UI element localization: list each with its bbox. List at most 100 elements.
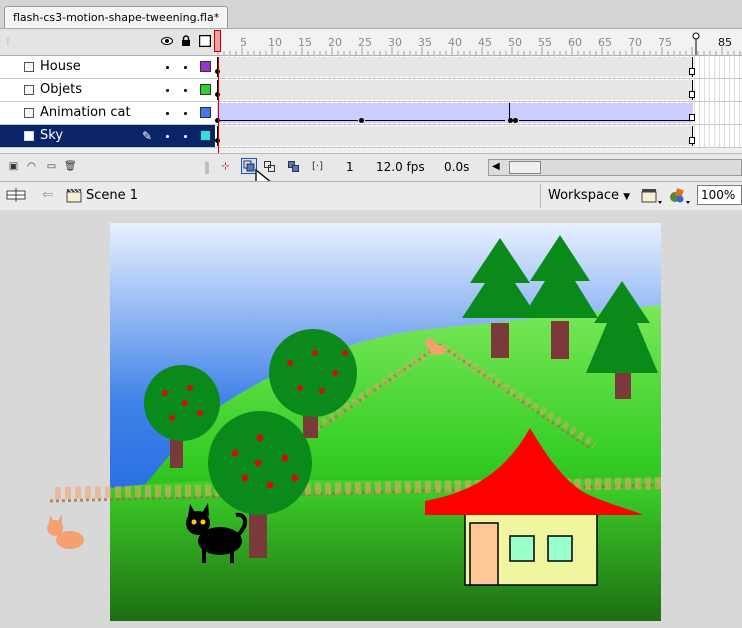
outline-color-swatch[interactable] bbox=[200, 107, 211, 118]
end-frame[interactable] bbox=[689, 68, 695, 75]
workspace-label: Workspace bbox=[548, 188, 620, 203]
outline-color-swatch[interactable] bbox=[200, 130, 211, 141]
ruler-tick-label: 30 bbox=[388, 36, 402, 49]
splitter-icon[interactable]: ‖ bbox=[204, 160, 210, 174]
visibility-dot[interactable] bbox=[166, 112, 169, 115]
ruler-tick-label: 50 bbox=[508, 36, 522, 49]
edit-symbols-icon[interactable] bbox=[668, 186, 692, 209]
modify-onion-markers-icon[interactable]: [·] bbox=[312, 161, 323, 172]
timeline-toggle-icon[interactable] bbox=[6, 187, 26, 206]
frame-ruler[interactable]: 5 10 15 20 25 30 35 40 45 50 55 60 65 70… bbox=[215, 29, 742, 56]
eye-icon[interactable] bbox=[161, 35, 173, 47]
trash-icon[interactable]: 🗑 bbox=[64, 161, 77, 172]
layer-name: Animation cat bbox=[40, 105, 131, 120]
playhead[interactable] bbox=[214, 30, 221, 52]
edit-bar: ⇐ Scene 1 Workspace ▼ 100% bbox=[0, 181, 742, 211]
edit-multiple-frames-icon[interactable] bbox=[288, 161, 299, 172]
ruler-tick-label: 65 bbox=[598, 36, 612, 49]
ruler-tick-label: 45 bbox=[478, 36, 492, 49]
insert-layer-icon[interactable]: ▣ bbox=[8, 161, 19, 172]
frames-row-animation-cat[interactable] bbox=[215, 102, 742, 125]
ruler-tick-label: 25 bbox=[358, 36, 372, 49]
layer-name: House bbox=[40, 59, 81, 74]
layer-icon bbox=[24, 85, 34, 95]
zoom-value: 100% bbox=[701, 188, 736, 202]
layer-name: Objets bbox=[40, 82, 82, 97]
frame-span bbox=[217, 126, 693, 146]
visibility-dot[interactable] bbox=[166, 66, 169, 69]
ruler-tick-label: 85 bbox=[718, 36, 732, 49]
end-frame[interactable] bbox=[689, 91, 695, 98]
current-frame-readout: 1 bbox=[346, 160, 354, 174]
workspace-menu-button[interactable]: Workspace ▼ bbox=[548, 188, 630, 203]
timeline-scrollbar[interactable]: ◀ bbox=[488, 159, 742, 176]
keyframe-dot[interactable] bbox=[513, 118, 518, 123]
tween-arrow bbox=[519, 120, 689, 121]
folder-icon[interactable]: ▭ bbox=[46, 161, 57, 172]
scene-name[interactable]: Scene 1 bbox=[86, 188, 138, 203]
orange-cat bbox=[47, 514, 84, 549]
document-tab-bar: flash-cs3-motion-shape-tweening.fla* bbox=[0, 0, 742, 29]
scroll-left-arrow-icon[interactable]: ◀ bbox=[492, 161, 500, 172]
ruler-tick-label: 55 bbox=[538, 36, 552, 49]
layer-row-objets[interactable]: Objets bbox=[0, 79, 215, 102]
ruler-tick-label: 35 bbox=[418, 36, 432, 49]
elapsed-time-readout: 0.0s bbox=[444, 160, 470, 174]
document-tab-title: flash-cs3-motion-shape-tweening.fla* bbox=[13, 11, 220, 24]
scrollbar-thumb[interactable] bbox=[509, 161, 541, 174]
lock-dot[interactable] bbox=[184, 135, 187, 138]
layer-icon bbox=[24, 108, 34, 118]
grip-icon[interactable]: ⋮ bbox=[4, 37, 12, 46]
ruler-tick-label: 70 bbox=[628, 36, 642, 49]
frame-span bbox=[217, 80, 693, 100]
outline-color-swatch[interactable] bbox=[200, 61, 211, 72]
ruler-tick-label: 5 bbox=[240, 36, 247, 49]
visibility-dot[interactable] bbox=[166, 135, 169, 138]
lock-dot[interactable] bbox=[184, 89, 187, 92]
tween-arrow bbox=[365, 120, 505, 121]
motion-guide-icon[interactable]: ◠ bbox=[26, 161, 37, 172]
outline-icon[interactable] bbox=[198, 34, 212, 48]
ruler-tick-label: 40 bbox=[448, 36, 462, 49]
frame-span bbox=[217, 57, 693, 77]
back-arrow-icon[interactable]: ⇐ bbox=[42, 187, 54, 203]
pencil-icon: ✎ bbox=[142, 129, 153, 143]
stage-area bbox=[0, 210, 742, 628]
stage-canvas[interactable] bbox=[47, 223, 662, 621]
center-frame-icon[interactable]: ⊹ bbox=[220, 161, 231, 172]
ruler-tick-label: 60 bbox=[568, 36, 582, 49]
zoom-field[interactable]: 100% bbox=[697, 185, 742, 205]
scene-artwork bbox=[47, 223, 662, 621]
keyframe-dot[interactable] bbox=[359, 118, 364, 123]
frames-row-sky[interactable] bbox=[215, 125, 742, 148]
ruler-tick-label: 20 bbox=[328, 36, 342, 49]
layer-row-house[interactable]: House bbox=[0, 56, 215, 79]
frames-row-house[interactable] bbox=[215, 56, 742, 79]
layer-icon bbox=[24, 62, 34, 72]
visibility-dot[interactable] bbox=[166, 89, 169, 92]
ruler-tick-label: 15 bbox=[298, 36, 312, 49]
frames-row-objets[interactable] bbox=[215, 79, 742, 102]
end-frame[interactable] bbox=[689, 114, 695, 121]
layer-row-sky[interactable]: Sky ✎ bbox=[0, 125, 215, 148]
outline-color-swatch[interactable] bbox=[200, 84, 211, 95]
lock-dot[interactable] bbox=[184, 66, 187, 69]
layer-icon bbox=[24, 131, 34, 141]
separator bbox=[540, 184, 541, 208]
end-frame[interactable] bbox=[689, 137, 695, 144]
timeline-footer: ▣ ◠ ▭ 🗑 ‖ ⊹ [·] 1 12.0 fps 0.0s ◀ bbox=[0, 153, 742, 182]
ruler-tick-label: 10 bbox=[268, 36, 282, 49]
layer-header: ⋮ bbox=[0, 29, 215, 56]
layer-row-animation-cat[interactable]: Animation cat bbox=[0, 102, 215, 125]
playhead-line bbox=[218, 57, 219, 153]
lock-dot[interactable] bbox=[184, 112, 187, 115]
document-tab[interactable]: flash-cs3-motion-shape-tweening.fla* bbox=[4, 6, 229, 28]
tween-arrow bbox=[218, 120, 358, 121]
ruler-tick-label: 75 bbox=[658, 36, 672, 49]
chevron-down-icon: ▼ bbox=[623, 192, 631, 202]
lock-icon[interactable] bbox=[180, 35, 192, 47]
frame-rate-readout[interactable]: 12.0 fps bbox=[376, 160, 425, 174]
edit-scene-icon[interactable] bbox=[641, 187, 663, 208]
scene-icon bbox=[66, 188, 82, 206]
timeline-panel: ⋮ 5 10 15 20 25 30 35 40 45 50 55 60 65 … bbox=[0, 29, 742, 182]
